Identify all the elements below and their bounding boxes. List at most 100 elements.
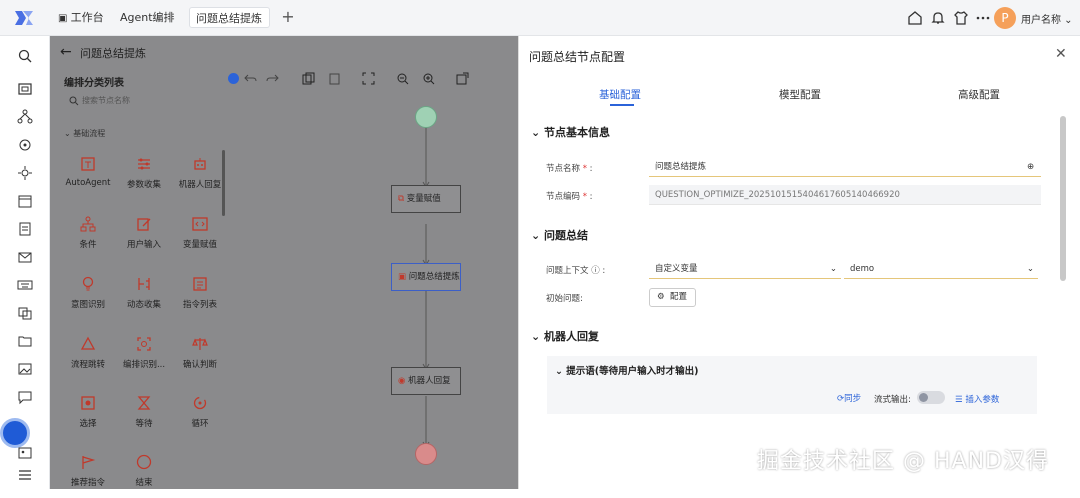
insert-param-button[interactable]: ☰ 插入参数 — [955, 393, 999, 405]
node-recommend-command[interactable]: 推荐指令 — [60, 454, 116, 498]
network-icon[interactable] — [17, 137, 33, 153]
jump-icon — [80, 336, 96, 350]
tab-model-config[interactable]: 模型配置 — [779, 87, 821, 102]
picture-icon[interactable] — [17, 445, 33, 461]
robot-icon — [194, 158, 206, 170]
dynamic-icon — [138, 278, 150, 290]
shirt-icon[interactable] — [952, 9, 970, 27]
tab-agent-orchestration[interactable]: Agent编排 — [114, 7, 181, 28]
close-icon[interactable]: ✕ — [1055, 46, 1067, 62]
node-intent-recognition[interactable]: 意图识别 — [60, 276, 116, 320]
node-code-label: 节点编码 * : — [546, 192, 593, 202]
export-icon[interactable] — [456, 72, 469, 85]
stream-output-toggle[interactable] — [917, 391, 945, 404]
node-command-list[interactable]: 指令列表 — [172, 276, 228, 320]
back-arrow-icon[interactable]: ← — [60, 44, 72, 60]
redo-icon[interactable] — [266, 72, 279, 85]
sync-button[interactable]: ⟳同步 — [837, 392, 861, 404]
drawer-scrollbar[interactable] — [1060, 116, 1066, 281]
section-question-summary[interactable]: ⌄ 问题总结 — [531, 227, 588, 243]
home-icon[interactable] — [906, 9, 924, 27]
node-end[interactable]: 结束 — [116, 454, 172, 498]
end-node[interactable] — [415, 443, 437, 465]
paste-icon[interactable] — [328, 72, 341, 85]
undo-icon[interactable] — [244, 72, 257, 85]
summary-icon: ▣ — [398, 272, 409, 282]
document-icon[interactable] — [17, 221, 33, 237]
node-confirm-judge[interactable]: 确认判断 — [172, 336, 228, 380]
canvas-node-robot-reply[interactable]: ◉ 机器人回复 — [391, 367, 461, 395]
node-name-label: 节点名称 * : — [546, 164, 593, 174]
canvas-node-question-summary[interactable]: ▣ 问题总结提炼 — [391, 263, 461, 291]
org-chart-icon[interactable] — [17, 109, 33, 125]
node-param-collect[interactable]: 参数收集 — [116, 156, 172, 200]
node-robot-reply[interactable]: 机器人回复 — [172, 156, 228, 200]
layers-icon[interactable] — [17, 305, 33, 321]
chevron-down-icon: ⌄ — [64, 129, 74, 138]
tab-question-summary[interactable]: 问题总结提炼 — [189, 7, 270, 28]
chat-icon[interactable] — [17, 389, 33, 405]
page-title: 问题总结提炼 — [80, 47, 146, 60]
canvas-node-variable-assign[interactable]: ⧉ 变量赋值 — [391, 185, 461, 213]
chevron-down-icon: ⌄ — [531, 126, 545, 139]
condition-icon — [80, 216, 96, 232]
zoom-in-icon[interactable] — [422, 72, 435, 85]
context-label: 问题上下文 ⓘ : — [546, 266, 606, 276]
mail-icon[interactable] — [17, 249, 33, 265]
folder-icon[interactable] — [17, 333, 33, 349]
node-condition[interactable]: 条件 — [60, 216, 116, 260]
image-icon[interactable] — [17, 361, 33, 377]
node-variable-assign[interactable]: 变量赋值 — [172, 216, 228, 260]
orchestration-area: ← 问题总结提炼 编排分类列表 搜索节点名称 ⌄ 基础流程 AutoAgent … — [50, 36, 518, 489]
help-icon[interactable]: ⓘ — [589, 266, 600, 276]
start-node[interactable] — [415, 106, 437, 128]
group-basic-flow[interactable]: ⌄ 基础流程 — [64, 128, 105, 139]
zoom-out-icon[interactable] — [396, 72, 409, 85]
app-logo-icon[interactable] — [14, 9, 34, 27]
context-type-select[interactable]: 自定义变量 ⌄ — [649, 259, 841, 279]
node-loop[interactable]: 循环 — [172, 395, 228, 439]
menu-icon[interactable] — [17, 467, 33, 483]
tab-basic-config[interactable]: 基础配置 — [599, 87, 641, 102]
node-user-input[interactable]: 用户输入 — [116, 216, 172, 260]
loop-icon — [193, 396, 207, 410]
fit-view-icon[interactable] — [362, 72, 375, 85]
globe-icon[interactable]: ⊕ — [1021, 157, 1041, 177]
keyboard-icon[interactable] — [17, 277, 33, 293]
section-robot-reply[interactable]: ⌄ 机器人回复 — [531, 328, 599, 344]
drawer-title: 问题总结节点配置 — [529, 50, 626, 64]
robot-icon: ◉ — [398, 376, 409, 386]
context-variable-select[interactable]: demo ⌄ — [844, 259, 1038, 279]
chevron-down-icon: ⌄ — [829, 264, 837, 274]
autoagent-icon — [81, 157, 95, 171]
config-button[interactable]: ⚙ 配置 — [649, 288, 696, 307]
calendar-icon[interactable] — [17, 193, 33, 209]
avatar[interactable]: P — [994, 7, 1016, 29]
node-code-input[interactable]: QUESTION_OPTIMIZE_2025101515404617605140… — [649, 185, 1041, 205]
tab-advanced-config[interactable]: 高级配置 — [958, 87, 1000, 102]
node-select[interactable]: 选择 — [60, 395, 116, 439]
node-flow-jump[interactable]: 流程跳转 — [60, 336, 116, 380]
node-orchestration-recognition[interactable]: 编排识别... — [116, 336, 172, 380]
node-search-input[interactable]: 搜索节点名称 — [64, 92, 220, 110]
more-icon[interactable] — [974, 9, 992, 27]
node-dynamic-collect[interactable]: 动态收集 — [116, 276, 172, 320]
user-name[interactable]: 用户名称 ⌄ — [1021, 11, 1073, 26]
prompt-header[interactable]: ⌄ 提示语(等待用户输入时才输出) — [555, 363, 698, 377]
bell-icon[interactable] — [929, 9, 947, 27]
chevron-down-icon: ⌄ — [555, 366, 567, 377]
node-wait[interactable]: 等待 — [116, 395, 172, 439]
panel-title: 编排分类列表 — [64, 78, 124, 89]
tab-workbench[interactable]: ▣ 工作台 — [52, 7, 110, 28]
search-icon[interactable] — [17, 48, 33, 64]
section-node-info[interactable]: ⌄ 节点基本信息 — [531, 124, 610, 140]
copy-icon[interactable] — [302, 72, 315, 85]
node-autoagent[interactable]: AutoAgent — [60, 156, 116, 200]
dashboard-icon[interactable] — [17, 81, 33, 97]
floating-assistant-icon[interactable] — [0, 418, 30, 448]
settings-icon[interactable] — [17, 165, 33, 181]
left-nav-rail — [0, 36, 50, 489]
info-icon[interactable] — [228, 73, 239, 84]
add-tab-button[interactable]: + — [278, 7, 298, 27]
node-name-input[interactable]: 问题总结提炼 — [649, 157, 1021, 177]
